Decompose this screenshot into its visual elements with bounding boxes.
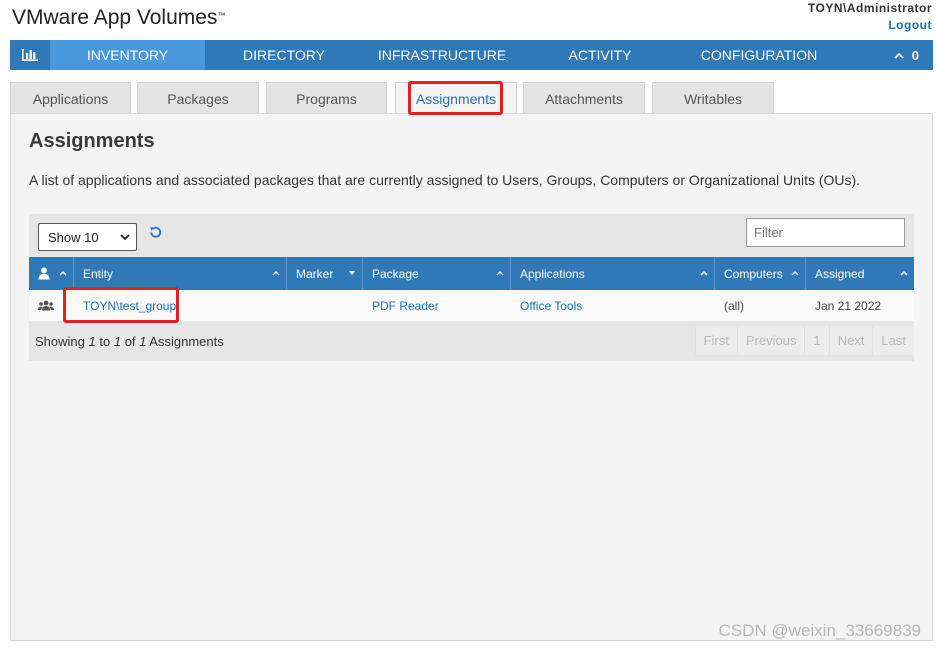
sort-desc-icon	[349, 271, 355, 275]
refresh-icon	[150, 226, 162, 238]
user-box: TOYN\Administrator Logout	[808, 1, 932, 32]
refresh-button[interactable]	[148, 225, 163, 243]
notifications-toggle[interactable]: 0	[894, 40, 933, 70]
page-size-select[interactable]: Show 10	[38, 223, 137, 251]
entity-type-cell	[29, 290, 74, 321]
nav-activity[interactable]: ACTIVITY	[521, 40, 679, 70]
assignments-table: Entity Marker Package Applications Compu…	[29, 257, 914, 361]
watermark: CSDN @weixin_33669839	[718, 621, 921, 640]
col-applications[interactable]: Applications	[511, 257, 715, 290]
package-link[interactable]: PDF Reader	[363, 290, 511, 321]
sort-asc-icon	[272, 271, 280, 276]
showing-info: Showing 1 to 1 of 1 Assignments	[35, 334, 224, 349]
tab-applications[interactable]: Applications	[10, 82, 131, 114]
user-icon	[38, 267, 50, 280]
col-computers[interactable]: Computers	[715, 257, 806, 290]
nav-configuration[interactable]: CONFIGURATION	[679, 40, 839, 70]
col-assigned[interactable]: Assigned	[806, 257, 914, 290]
notifications-count: 0	[911, 47, 919, 63]
pager-next[interactable]: Next	[828, 326, 873, 355]
col-entity[interactable]: Entity	[74, 257, 287, 290]
marker-cell	[287, 290, 363, 321]
sort-asc-icon	[900, 271, 908, 276]
pager-first[interactable]: First	[694, 326, 737, 355]
logout-link[interactable]: Logout	[808, 18, 932, 32]
tab-assignments[interactable]: Assignments	[395, 82, 517, 115]
table-row: TOYN\test_group PDF Reader Office Tools …	[29, 290, 914, 321]
page-description: A list of applications and associated pa…	[29, 172, 861, 188]
chevron-up-icon	[894, 52, 904, 59]
nav-inventory[interactable]: INVENTORY	[50, 40, 205, 70]
dashboard-button[interactable]	[10, 40, 50, 70]
group-icon	[38, 300, 54, 311]
sort-asc-icon	[791, 271, 799, 276]
sort-asc-icon	[59, 271, 67, 276]
table-header: Entity Marker Package Applications Compu…	[29, 257, 914, 290]
content-panel: Assignments A list of applications and a…	[10, 113, 933, 641]
sort-asc-icon	[496, 271, 504, 276]
main-navbar: INVENTORY DIRECTORY INFRASTRUCTURE ACTIV…	[10, 40, 933, 70]
computers-cell: (all)	[724, 298, 744, 313]
nav-directory[interactable]: DIRECTORY	[205, 40, 363, 70]
entity-link[interactable]: TOYN\test_group	[74, 290, 287, 321]
pager-page-1[interactable]: 1	[804, 326, 829, 355]
table-toolbar: Show 10	[29, 214, 914, 257]
applications-link[interactable]: Office Tools	[511, 290, 715, 321]
col-package[interactable]: Package	[363, 257, 511, 290]
sort-asc-icon	[700, 271, 708, 276]
bar-chart-icon	[22, 49, 38, 61]
app-title: VMware App Volumes™	[12, 6, 226, 29]
pager-last[interactable]: Last	[872, 326, 914, 355]
current-user: TOYN\Administrator	[807, 1, 932, 15]
tab-attachments[interactable]: Attachments	[523, 82, 645, 114]
tab-packages[interactable]: Packages	[137, 82, 259, 114]
pagination: First Previous 1 Next Last	[694, 326, 914, 355]
col-marker[interactable]: Marker	[287, 257, 363, 290]
pager-previous[interactable]: Previous	[736, 326, 805, 355]
chevron-down-icon	[120, 234, 130, 241]
nav-infrastructure[interactable]: INFRASTRUCTURE	[363, 40, 521, 70]
page-size-value: Show 10	[48, 229, 99, 245]
assigned-cell: Jan 21 2022	[815, 298, 882, 313]
tab-writables[interactable]: Writables	[652, 82, 774, 114]
table-footer: Showing 1 to 1 of 1 Assignments First Pr…	[29, 321, 914, 361]
col-entity-type[interactable]	[29, 257, 74, 290]
filter-input[interactable]	[746, 218, 905, 247]
tab-programs[interactable]: Programs	[266, 82, 387, 114]
page-title: Assignments	[29, 130, 155, 152]
